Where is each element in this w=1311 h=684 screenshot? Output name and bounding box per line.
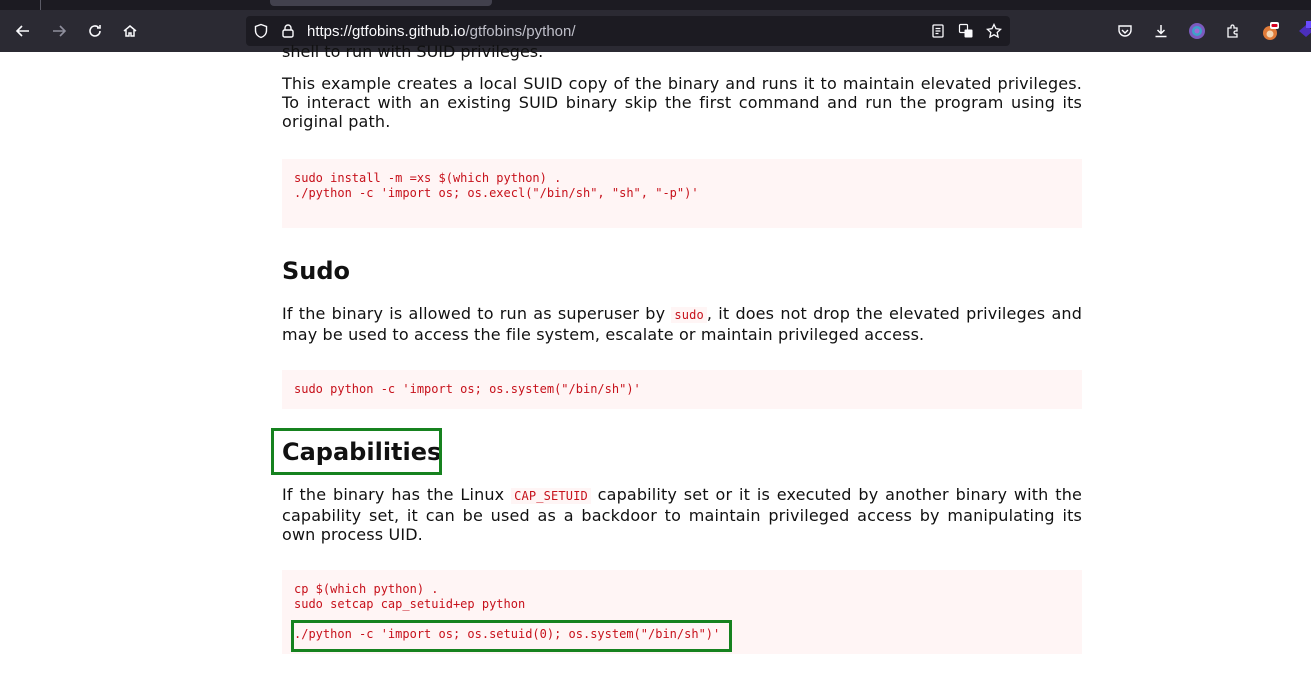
suid-code-block: sudo install -m =xs $(which python) . ./… bbox=[282, 159, 1082, 228]
profile-icon[interactable] bbox=[1185, 19, 1209, 43]
capabilities-description: If the binary has the Linux CAP_SETUID c… bbox=[282, 485, 1082, 544]
sudo-description: If the binary is allowed to run as super… bbox=[282, 304, 1082, 344]
suid-code-line-3: ./python -c 'import os; os.execl("/bin/s… bbox=[294, 186, 699, 200]
extensions-icon[interactable] bbox=[1221, 19, 1245, 43]
reader-view-icon[interactable] bbox=[929, 22, 947, 40]
sudo-text-before: If the binary is allowed to run as super… bbox=[282, 304, 672, 323]
url-path: /gtfobins/python/ bbox=[465, 23, 576, 40]
sudo-code-line: sudo python -c 'import os; os.system("/b… bbox=[294, 382, 641, 396]
suid-code-line-1: sudo install -m =xs $(which python) . bbox=[294, 171, 562, 185]
sudo-heading: Sudo bbox=[282, 257, 351, 285]
browser-toolbar: https://gtfobins.github.io/gtfobins/pyth… bbox=[0, 10, 1311, 52]
lock-icon[interactable] bbox=[279, 22, 297, 40]
extension-fox-icon[interactable] bbox=[1258, 19, 1282, 43]
translate-icon[interactable] bbox=[957, 22, 975, 40]
capabilities-heading-highlight bbox=[271, 428, 442, 475]
cap-code-line-1: cp $(which python) . bbox=[294, 582, 439, 596]
cap-inline-code: CAP_SETUID bbox=[511, 488, 591, 504]
forward-icon[interactable] bbox=[47, 19, 71, 43]
bookmark-star-icon[interactable] bbox=[985, 22, 1003, 40]
pocket-icon[interactable] bbox=[1113, 19, 1137, 43]
back-icon[interactable] bbox=[11, 19, 35, 43]
tab-strip bbox=[0, 0, 1311, 10]
reload-icon[interactable] bbox=[83, 19, 107, 43]
url-text[interactable]: https://gtfobins.github.io/gtfobins/pyth… bbox=[307, 23, 576, 40]
cut-off-text: shell to run with SUID privileges. bbox=[282, 42, 544, 61]
extension-purple-icon[interactable] bbox=[1294, 19, 1311, 43]
sudo-code-block: sudo python -c 'import os; os.system("/b… bbox=[282, 370, 1082, 409]
cap-code-line-2: sudo setcap cap_setuid+ep python bbox=[294, 597, 526, 611]
download-icon[interactable] bbox=[1149, 19, 1173, 43]
active-tab[interactable] bbox=[270, 0, 492, 6]
url-host: https://gtfobins.github.io bbox=[307, 23, 466, 40]
home-icon[interactable] bbox=[118, 19, 142, 43]
sudo-inline-code: sudo bbox=[671, 307, 707, 323]
suid-description: This example creates a local SUID copy o… bbox=[282, 74, 1082, 131]
exploit-command-highlight bbox=[291, 620, 732, 652]
cap-text-before: If the binary has the Linux bbox=[282, 485, 512, 504]
shield-icon[interactable] bbox=[252, 22, 270, 40]
tab-separator bbox=[40, 0, 41, 10]
